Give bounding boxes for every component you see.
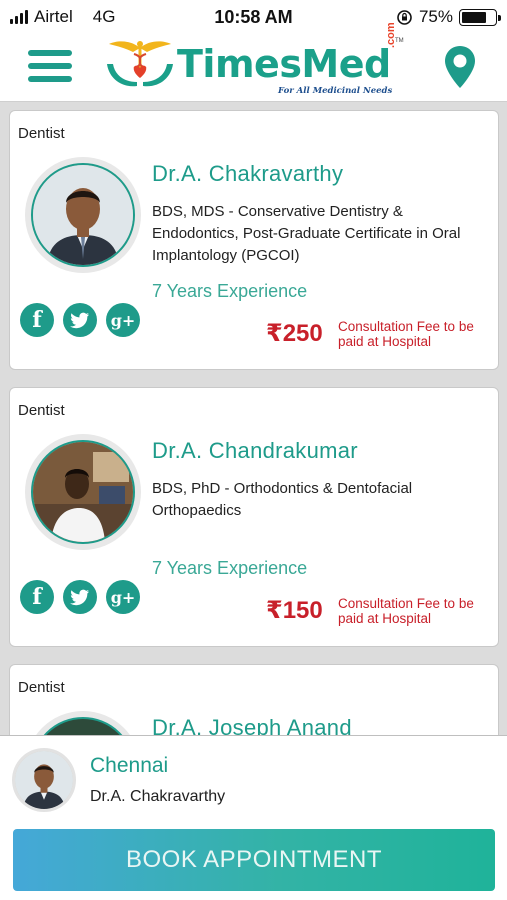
doctor-name[interactable]: Dr.A. Chandrakumar	[152, 438, 358, 464]
app-header: TimesMed .com TM For All Medicinal Needs	[0, 22, 507, 102]
status-right: 75%	[327, 7, 501, 27]
google-plus-icon[interactable]: g+	[106, 303, 140, 337]
twitter-icon[interactable]	[63, 580, 97, 614]
doctor-card[interactable]: Dentist Dr.A. Chakravarthy BDS, MDS - Co…	[9, 110, 499, 370]
clock: 10:58 AM	[214, 6, 293, 27]
selected-city: Chennai	[90, 754, 169, 777]
doctor-avatar	[25, 434, 141, 550]
specialty-label: Dentist	[18, 402, 65, 419]
logo-trademark: TM	[395, 38, 404, 44]
google-plus-icon[interactable]: g+	[106, 580, 140, 614]
status-bar: Airtel 4G 10:58 AM 75%	[0, 0, 507, 34]
facebook-icon[interactable]: f	[20, 580, 54, 614]
specialty-label: Dentist	[18, 679, 65, 696]
timesmed-logo: TimesMed .com TM For All Medicinal Needs	[103, 22, 404, 102]
logo-tagline: For All Medicinal Needs	[278, 86, 393, 96]
doctor-qualification: BDS, MDS - Conservative Dentistry & Endo…	[152, 203, 461, 264]
signal-strength-icon	[10, 10, 28, 24]
logo-domain: .com	[385, 22, 397, 48]
hamburger-menu-icon[interactable]	[28, 48, 72, 84]
caduceus-logo-icon	[107, 41, 173, 87]
consultation-fee: ₹150	[266, 597, 323, 624]
booking-panel: Chennai Dr.A. Chakravarthy BOOK APPOINTM…	[0, 735, 507, 900]
selected-doctor-avatar	[12, 748, 76, 812]
selected-doctor-name: Dr.A. Chakravarthy	[90, 788, 226, 805]
fee-note: Consultation Fee to be paid at Hospital	[338, 319, 474, 349]
facebook-icon[interactable]: f	[20, 303, 54, 337]
logo-wordmark: TimesMed	[177, 42, 391, 86]
battery-fill	[462, 11, 486, 23]
social-links: f g+	[20, 303, 140, 337]
network-label: 4G	[92, 7, 116, 26]
doctor-photo	[31, 163, 135, 267]
fee-note: Consultation Fee to be paid at Hospital	[338, 596, 474, 626]
doctor-name[interactable]: Dr.A. Chakravarthy	[152, 161, 343, 187]
twitter-icon[interactable]	[63, 303, 97, 337]
battery-percent: 75%	[418, 7, 453, 26]
battery-icon	[459, 8, 501, 26]
doctor-experience: 7 Years Experience	[152, 558, 308, 578]
doctor-experience: 7 Years Experience	[152, 281, 308, 301]
doctor-card[interactable]: Dentist Dr.A. Chandrakumar BDS, PhD - Or…	[9, 387, 499, 647]
book-appointment-button[interactable]: BOOK APPOINTMENT	[13, 829, 495, 891]
specialty-label: Dentist	[18, 125, 65, 142]
doctor-avatar	[25, 157, 141, 273]
status-left: Airtel 4G	[10, 7, 180, 27]
orientation-lock-icon	[397, 9, 412, 25]
doctor-photo	[31, 440, 135, 544]
map-pin-icon[interactable]	[443, 44, 477, 90]
social-links: f g+	[20, 580, 140, 614]
consultation-fee: ₹250	[266, 320, 323, 347]
selected-doctor-photo	[15, 751, 73, 809]
doctor-qualification: BDS, PhD - Orthodontics & Dentofacial Or…	[152, 480, 413, 519]
carrier-label: Airtel	[34, 7, 73, 26]
